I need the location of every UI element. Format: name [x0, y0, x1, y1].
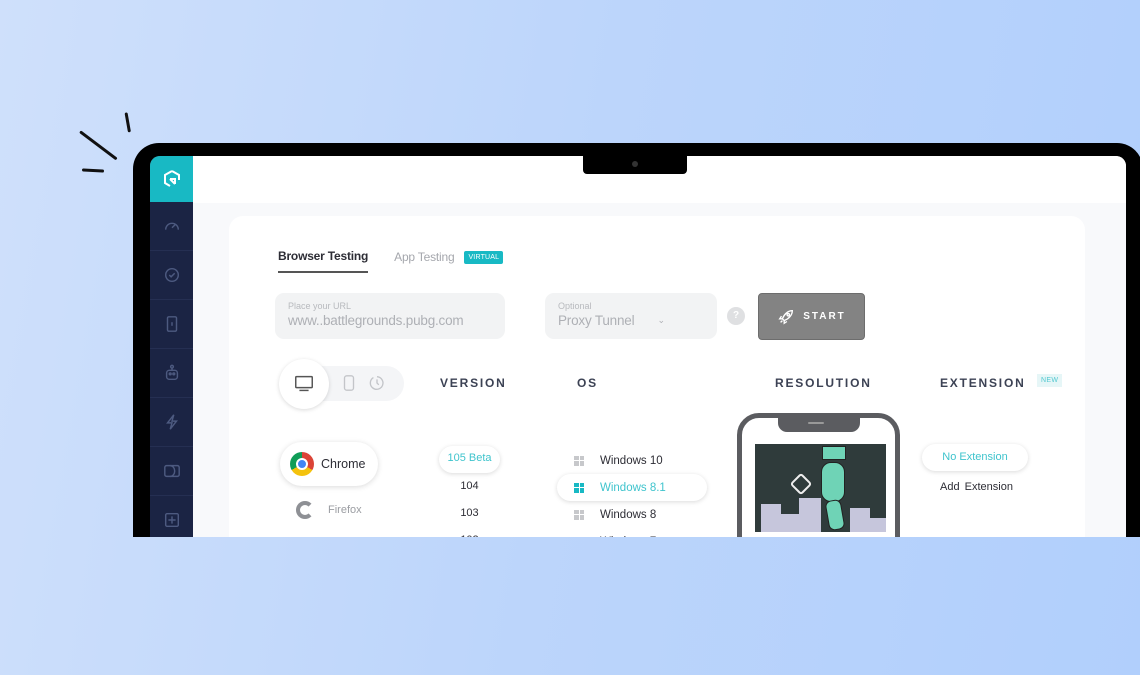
version-item[interactable]: 105 Beta — [439, 446, 500, 473]
os-item[interactable]: Windows 7 — [557, 528, 707, 537]
test-config-card: Browser Testing App Testing VIRTUAL Plac… — [229, 216, 1085, 537]
os-item[interactable]: Windows 8 — [557, 501, 707, 528]
windows-icon — [574, 482, 584, 493]
sidebar-item-lightning[interactable] — [150, 398, 193, 447]
os-header: OS — [577, 376, 598, 390]
camera-icon — [632, 161, 638, 167]
os-item[interactable]: Windows 10 — [557, 447, 707, 474]
chevron-down-icon: ⌄ — [657, 315, 665, 325]
main-area: Browser Testing App Testing VIRTUAL Plac… — [193, 156, 1126, 537]
url-input-value[interactable]: www..battlegrounds.pubg.com — [288, 313, 492, 328]
proxy-select-value: Proxy Tunnel — [558, 313, 635, 328]
device-type-toggle — [279, 359, 404, 409]
app-logo[interactable] — [150, 156, 193, 202]
os-label: Windows 10 — [600, 454, 663, 467]
browser-label: Chrome — [321, 457, 366, 471]
tab-app-testing[interactable]: App Testing — [394, 250, 454, 272]
sidebar-item-add[interactable] — [150, 496, 193, 537]
chrome-icon — [290, 452, 314, 476]
extension-header: EXTENSION — [940, 376, 1026, 390]
sidebar — [150, 156, 193, 537]
visual-compare-icon — [163, 464, 180, 478]
phone-notch — [778, 417, 860, 432]
history-option[interactable] — [368, 374, 386, 397]
sidebar-item-realtime[interactable] — [150, 202, 193, 251]
start-button-label: START — [803, 311, 846, 322]
plus-square-icon — [164, 512, 179, 528]
os-label: Windows 7 — [600, 536, 656, 538]
no-extension-option[interactable]: No Extension — [922, 444, 1028, 471]
resolution-header: RESOLUTION — [775, 376, 872, 390]
url-input[interactable]: Place your URL www..battlegrounds.pubg.c… — [275, 293, 505, 339]
version-list: 105 Beta 104 103 102 — [437, 446, 502, 537]
virtual-badge: VIRTUAL — [464, 250, 504, 264]
mobile-icon — [343, 375, 355, 391]
sidebar-item-automation[interactable] — [150, 251, 193, 300]
add-extension-link[interactable]: Add Extension — [940, 481, 1013, 493]
lightning-icon — [165, 414, 178, 430]
history-icon — [369, 376, 384, 390]
os-list: Windows 10 Windows 8.1 Windows 8 Wi — [557, 447, 707, 537]
browser-option-chrome[interactable]: Chrome — [280, 442, 378, 486]
windows-icon — [574, 509, 584, 520]
clock-icon — [164, 267, 179, 283]
speedometer-icon — [164, 222, 179, 230]
version-item[interactable]: 104 — [437, 473, 502, 500]
version-header: VERSION — [440, 376, 507, 390]
desktop-option[interactable] — [279, 359, 329, 409]
new-badge: NEW — [1037, 374, 1063, 387]
version-item[interactable]: 103 — [437, 500, 502, 527]
browser-label: Firefox — [328, 504, 362, 516]
os-label: Windows 8 — [600, 508, 657, 521]
robot-illustration — [755, 444, 886, 532]
os-item[interactable]: Windows 8.1 — [557, 474, 707, 501]
windows-icon — [574, 455, 584, 466]
sidebar-item-robot[interactable] — [150, 349, 193, 398]
laptop-screen: Browser Testing App Testing VIRTUAL Plac… — [150, 156, 1126, 537]
mobile-device-icon — [166, 316, 177, 332]
os-label: Windows 8.1 — [600, 481, 666, 494]
help-icon[interactable]: ? — [727, 307, 745, 325]
windows-icon — [574, 536, 584, 537]
logo-icon — [163, 170, 180, 187]
version-item[interactable]: 102 — [437, 527, 502, 537]
browser-option-firefox[interactable]: Firefox — [296, 501, 362, 519]
url-input-label: Place your URL — [288, 301, 352, 311]
proxy-select-label: Optional — [558, 301, 592, 311]
robot-icon — [165, 364, 178, 381]
firefox-icon — [296, 501, 314, 519]
sidebar-item-visual[interactable] — [150, 447, 193, 496]
laptop-notch — [583, 156, 687, 174]
desktop-icon — [295, 375, 313, 392]
start-button[interactable]: START — [758, 293, 865, 340]
logo-icon — [789, 472, 813, 496]
tab-bar: Browser Testing App Testing VIRTUAL — [278, 249, 504, 273]
tab-browser-testing[interactable]: Browser Testing — [278, 249, 368, 273]
proxy-tunnel-select[interactable]: Optional Proxy Tunnel ⌄ — [545, 293, 717, 339]
mobile-option[interactable] — [340, 374, 358, 397]
sidebar-item-app-testing[interactable] — [150, 300, 193, 349]
laptop-frame: Browser Testing App Testing VIRTUAL Plac… — [133, 143, 1140, 537]
rocket-icon — [778, 309, 794, 325]
resolution-phone-preview — [737, 413, 900, 537]
